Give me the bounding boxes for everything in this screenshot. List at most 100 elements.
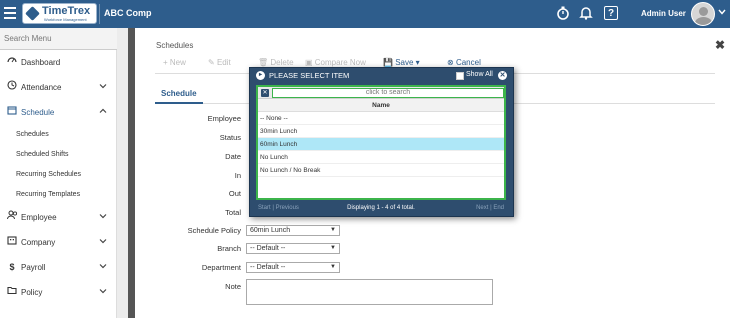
search-menu-input[interactable]: Search Menu — [0, 28, 117, 50]
sidebar-item-label: Policy — [21, 288, 43, 297]
sidebar-item-dashboard[interactable]: Dashboard — [0, 50, 116, 75]
dropdown-arrow-icon: ▼ — [330, 264, 336, 270]
new-button[interactable]: + New — [163, 58, 186, 67]
department-select[interactable]: -- Default -- ▼ — [246, 262, 340, 273]
schedule-policy-label: Schedule Policy — [187, 226, 241, 235]
note-textarea[interactable] — [246, 279, 493, 305]
folder-icon — [6, 280, 18, 305]
sidebar-item-label: Dashboard — [21, 58, 61, 67]
sidebar: Search Menu Dashboard Attendance Schedul… — [0, 28, 117, 318]
save-button[interactable]: 💾 Save ▾ — [383, 58, 420, 67]
select-grid: ✕ click to search Name -- None -- 30min … — [256, 85, 506, 200]
save-button-label: Save — [395, 58, 414, 67]
modal-title: PLEASE SELECT ITEM — [269, 71, 350, 80]
out-label: Out — [228, 189, 241, 198]
company-name: ABC Comp — [104, 8, 152, 18]
chevron-down-icon — [99, 205, 107, 230]
chevron-up-icon — [99, 100, 107, 125]
chevron-down-icon — [99, 75, 107, 100]
close-icon[interactable]: ✖ — [715, 38, 725, 52]
modal-header: ▸ PLEASE SELECT ITEM Show All ✕ — [250, 68, 513, 83]
branch-select[interactable]: -- Default -- ▼ — [246, 243, 340, 254]
pager-status: Displaying 1 - 4 of 4 total. — [347, 205, 415, 211]
edit-button[interactable]: ✎ Edit — [208, 58, 231, 67]
sidebar-item-policy[interactable]: Policy — [0, 280, 116, 305]
logo-text: TimeTrex — [42, 5, 91, 17]
show-all-label[interactable]: Show All — [466, 71, 493, 78]
in-label: In — [234, 171, 241, 180]
sidebar-item-company[interactable]: Company — [0, 230, 116, 255]
schedule-policy-select[interactable]: 60min Lunch ▼ — [246, 225, 340, 236]
chevron-down-icon[interactable] — [718, 8, 726, 18]
sidebar-scrollbar[interactable] — [128, 28, 135, 318]
edit-button-label: Edit — [216, 58, 231, 67]
branch-value: -- Default -- — [250, 245, 286, 252]
sidebar-item-schedule[interactable]: Schedule — [0, 100, 116, 125]
users-icon — [6, 205, 18, 230]
sidebar-item-employee[interactable]: Employee — [0, 205, 116, 230]
dollar-icon: $ — [9, 262, 15, 272]
delete-button-label: Delete — [270, 58, 294, 67]
clock-icon — [6, 75, 18, 100]
new-button-label: New — [169, 58, 186, 67]
logo-mark — [25, 6, 40, 21]
cancel-button-label: Cancel — [455, 58, 481, 67]
sidebar-gutter — [117, 28, 128, 318]
department-label: Department — [201, 263, 241, 272]
top-bar: TimeTrex Workforce Management ABC Comp ?… — [0, 0, 730, 28]
list-item[interactable]: -- None -- — [258, 112, 504, 125]
sidebar-item-label: Attendance — [21, 83, 62, 92]
sidebar-item-attendance[interactable]: Attendance — [0, 75, 116, 100]
status-label: Status — [219, 133, 241, 142]
clear-search-icon[interactable]: ✕ — [261, 89, 269, 97]
employee-label: Employee — [207, 114, 241, 123]
note-label: Note — [225, 282, 241, 291]
divider — [99, 4, 100, 24]
help-icon[interactable]: ? — [604, 6, 618, 20]
sidebar-item-label: Schedule — [21, 108, 55, 117]
grid-footer: Start | Previous Displaying 1 - 4 of 4 t… — [256, 202, 506, 214]
building-icon — [6, 230, 18, 255]
sidebar-item-payroll[interactable]: $ Payroll — [0, 255, 116, 280]
list-item[interactable]: 30min Lunch — [258, 125, 504, 138]
pager-next-end[interactable]: Next | End — [476, 202, 504, 214]
grid-search-row: ✕ click to search — [258, 87, 504, 99]
compare-button-label: Compare Now — [314, 58, 366, 67]
page-title: Schedules — [156, 41, 194, 50]
dropdown-arrow-icon: ▼ — [330, 245, 336, 251]
list-item-selected[interactable]: 60min Lunch — [258, 138, 504, 151]
user-name[interactable]: Admin User — [641, 9, 686, 18]
sidebar-subitem-recurring-templates[interactable]: Recurring Templates — [0, 185, 116, 205]
compare-button[interactable]: ▣ Compare Now — [305, 58, 366, 67]
tab-schedule[interactable]: Schedule — [155, 86, 203, 104]
sidebar-subitem-schedules[interactable]: Schedules — [0, 125, 116, 145]
avatar[interactable] — [691, 2, 715, 26]
logo-subtitle: Workforce Management — [44, 17, 87, 22]
logo[interactable]: TimeTrex Workforce Management — [22, 3, 97, 24]
select-item-modal: ▸ PLEASE SELECT ITEM Show All ✕ ✕ click … — [249, 67, 514, 217]
info-icon: ▸ — [256, 71, 265, 80]
timer-icon[interactable] — [555, 5, 571, 21]
branch-label: Branch — [217, 244, 241, 253]
schedule-policy-value: 60min Lunch — [250, 227, 291, 234]
bell-icon[interactable] — [578, 5, 594, 21]
cancel-button[interactable]: ⊗ Cancel — [447, 58, 481, 67]
sidebar-subitem-recurring-schedules[interactable]: Recurring Schedules — [0, 165, 116, 185]
sidebar-subitem-scheduled-shifts[interactable]: Scheduled Shifts — [0, 145, 116, 165]
close-icon[interactable]: ✕ — [498, 71, 507, 80]
hamburger-icon[interactable] — [4, 7, 16, 21]
show-all-checkbox[interactable] — [456, 72, 464, 80]
column-header-name[interactable]: Name — [258, 99, 504, 112]
grid-search-input[interactable]: click to search — [272, 88, 504, 98]
calendar-icon — [6, 100, 18, 125]
dropdown-arrow-icon: ▼ — [330, 227, 336, 233]
department-value: -- Default -- — [250, 264, 286, 271]
delete-button[interactable]: 🗑 Delete — [258, 58, 294, 67]
sidebar-item-label: Employee — [21, 213, 57, 222]
chevron-down-icon — [99, 280, 107, 305]
list-item[interactable]: No Lunch / No Break — [258, 164, 504, 177]
list-item[interactable]: No Lunch — [258, 151, 504, 164]
date-label: Date — [225, 152, 241, 161]
dashboard-icon — [6, 50, 18, 75]
total-label: Total — [225, 208, 241, 217]
